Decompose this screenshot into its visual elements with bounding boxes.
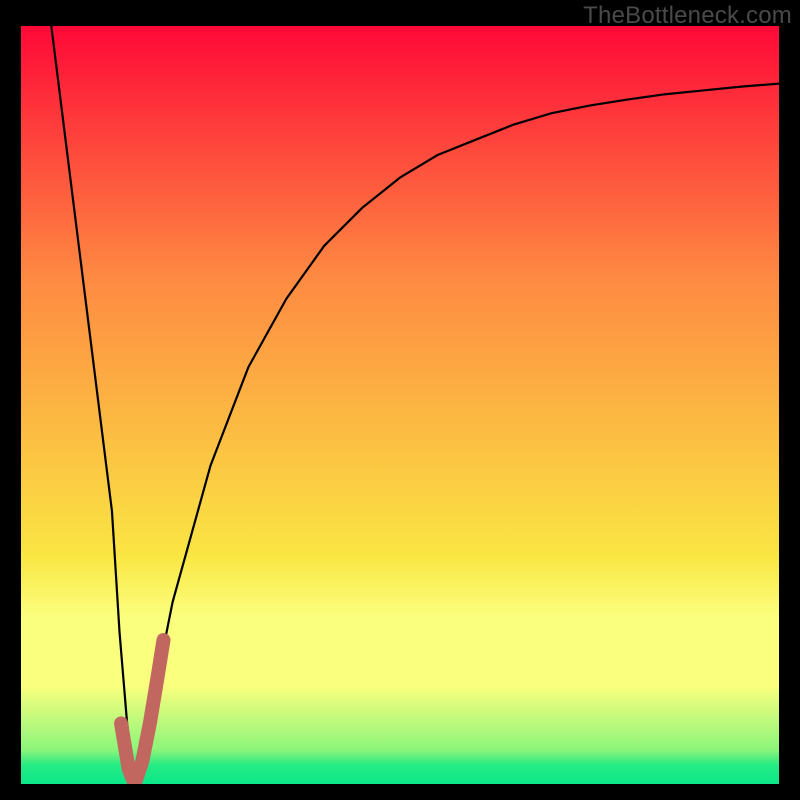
- chart-frame: TheBottleneck.com: [0, 0, 800, 800]
- chart-svg: [21, 26, 779, 784]
- chart-background: [21, 26, 779, 784]
- chart-plot-area: [21, 26, 779, 784]
